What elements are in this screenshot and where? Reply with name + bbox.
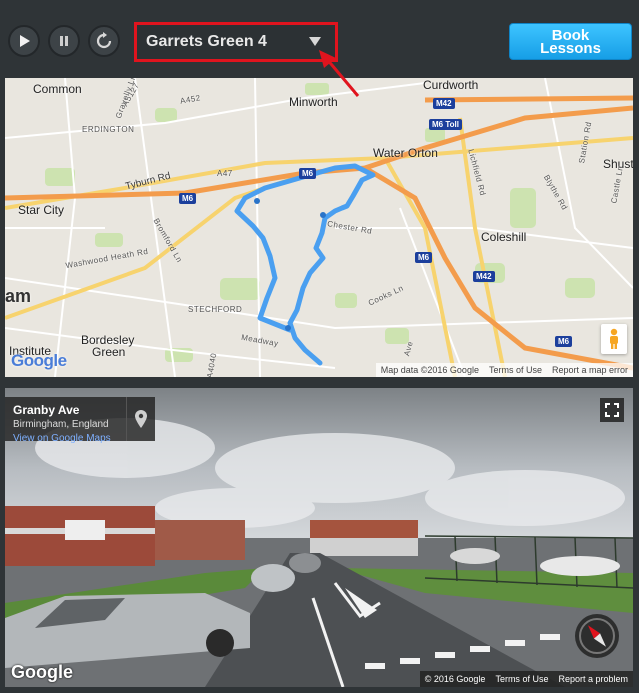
motorway-shield: M6 xyxy=(555,336,573,347)
restart-icon xyxy=(96,32,112,49)
motorway-shield: M6 xyxy=(415,252,433,263)
terms-link[interactable]: Terms of Use xyxy=(489,365,542,375)
street-name: Granby Ave xyxy=(13,403,80,417)
annotation-arrow-icon xyxy=(319,50,360,97)
view-on-google-maps-link[interactable]: View on Google Maps xyxy=(13,433,111,444)
route-line xyxy=(287,163,376,366)
route-line-west xyxy=(234,170,320,333)
map-label: Star City xyxy=(18,203,65,217)
map-label: ERDINGTON xyxy=(82,125,135,134)
google-logo-text: Google xyxy=(11,351,67,370)
pegman-icon xyxy=(610,328,618,349)
map-attribution: Map data ©2016 Google Terms of Use Repor… xyxy=(375,363,633,377)
restart-button[interactable] xyxy=(88,25,120,57)
route-dropdown[interactable]: Garrets Green 4 xyxy=(134,22,338,62)
route-name: Garrets Green 4 xyxy=(146,33,267,50)
report-link[interactable]: Report a map error xyxy=(552,365,628,375)
map-label: Common xyxy=(33,82,82,96)
terms-link[interactable]: Terms of Use xyxy=(495,674,548,684)
pause-button[interactable] xyxy=(48,25,80,57)
map-label: Water Orton xyxy=(373,146,438,160)
map-label: am xyxy=(5,286,32,306)
map-data-text: Map data ©2016 Google xyxy=(380,365,479,375)
google-logo: Google xyxy=(11,351,67,371)
map-pin-icon xyxy=(135,410,147,428)
chevron-down-icon xyxy=(309,37,321,46)
compass-icon xyxy=(579,618,615,654)
motorway-shield: M6 Toll xyxy=(429,119,462,130)
route-map[interactable]: Common Minworth Curdworth ERDINGTON Wate… xyxy=(5,78,633,377)
street-view-attribution: © 2016 Google Terms of Use Report a prob… xyxy=(419,671,633,687)
fullscreen-icon xyxy=(605,403,619,417)
play-button[interactable] xyxy=(8,25,40,57)
pegman-button[interactable] xyxy=(601,324,627,354)
fullscreen-button[interactable] xyxy=(600,398,624,422)
copyright-text: © 2016 Google xyxy=(424,674,486,684)
street-location: Birmingham, England xyxy=(13,419,109,430)
motorway-shield: M6 xyxy=(299,168,317,179)
map-label: Curdworth xyxy=(423,78,479,92)
map-label: Green xyxy=(92,345,126,359)
street-view-info-card: Granby Ave Birmingham, England View on G… xyxy=(5,397,155,444)
report-problem-link[interactable]: Report a problem xyxy=(558,674,628,684)
google-logo: Google xyxy=(11,662,73,682)
motorway-shield: M42 xyxy=(433,98,455,109)
book-lessons-button[interactable]: Book Lessons xyxy=(509,23,632,60)
motorway-shield: M42 xyxy=(473,271,495,282)
play-icon xyxy=(20,35,30,47)
map-label: Coleshill xyxy=(481,230,527,244)
map-label: STECHFORD xyxy=(188,305,243,314)
compass-button[interactable] xyxy=(575,614,619,658)
pause-icon xyxy=(60,36,68,46)
map-pin-button[interactable] xyxy=(126,397,155,441)
book-label-line2: Lessons xyxy=(540,39,601,57)
motorway-shield: M6 xyxy=(179,193,197,204)
street-view[interactable]: Granby Ave Birmingham, England View on G… xyxy=(5,388,633,687)
road-label: A47 xyxy=(217,169,233,178)
